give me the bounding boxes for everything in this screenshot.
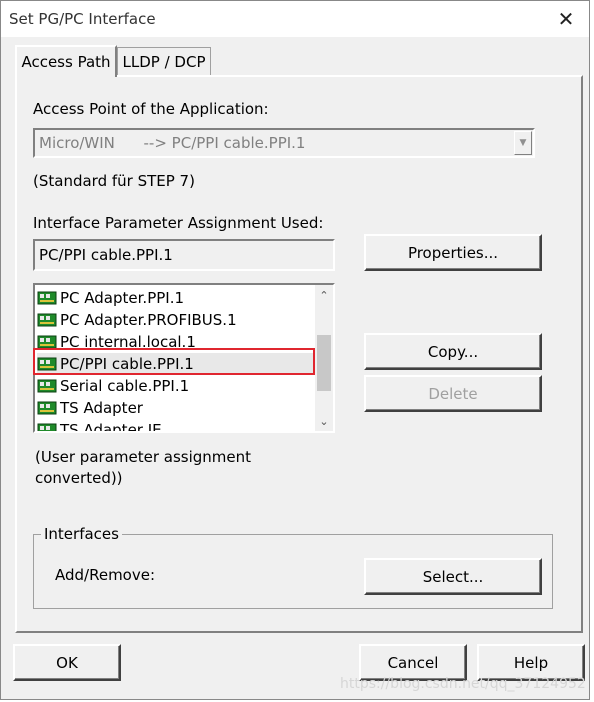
ok-button[interactable]: OK — [13, 644, 121, 681]
tab-label: Access Path — [21, 53, 111, 71]
help-button-label: Help — [513, 653, 549, 672]
interfaces-legend: Interfaces — [41, 525, 122, 543]
window-title: Set PG/PC Interface — [9, 10, 156, 28]
dialog-window: Set PG/PC Interface ✕ Access Path LLDP /… — [0, 0, 590, 700]
tab-access-path[interactable]: Access Path — [15, 45, 117, 77]
tab-lldp-dcp[interactable]: LLDP / DCP — [117, 47, 211, 75]
watermark-text: https://blog.csdn.net/qq_37124952 — [340, 676, 586, 692]
close-icon[interactable]: ✕ — [549, 5, 583, 33]
tab-panel — [15, 75, 583, 633]
cancel-button-label: Cancel — [387, 653, 439, 672]
tab-label: LLDP / DCP — [122, 52, 206, 71]
title-bar: Set PG/PC Interface ✕ — [1, 1, 589, 37]
ok-button-label: OK — [56, 653, 78, 672]
